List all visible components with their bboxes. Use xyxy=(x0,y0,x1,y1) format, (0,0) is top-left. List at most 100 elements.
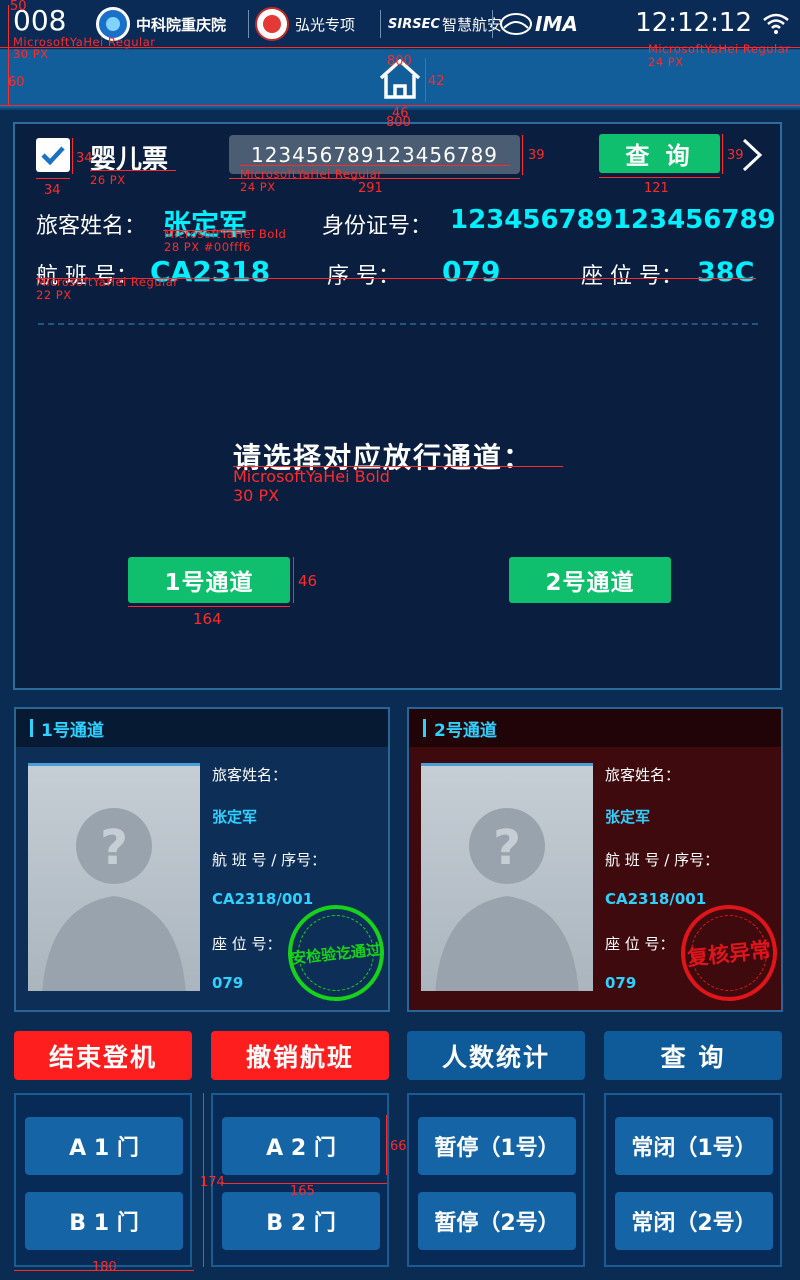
ima-logo-text: IMA xyxy=(535,12,578,36)
stamp-abnormal: 复核异常 xyxy=(676,900,782,1006)
annotation: 34 xyxy=(44,183,61,198)
divider xyxy=(492,10,493,38)
gate-panel-4: 常闭（1号） 常闭（2号） xyxy=(604,1093,782,1267)
stamp-passed: 安检验讫通过 xyxy=(283,900,389,1006)
svg-text:?: ? xyxy=(100,820,128,876)
annotation: 28 PX #00fff6 xyxy=(164,240,251,254)
ima-logo-icon xyxy=(500,13,532,35)
hongguang-logo-icon xyxy=(255,7,289,41)
id-number-label: 身份证号： xyxy=(322,214,433,239)
card-flight-value: CA2318/001 xyxy=(212,890,314,908)
card-seat-value: 079 xyxy=(212,974,244,992)
annotation: 22 PX xyxy=(36,288,72,302)
channel-2-card-header: 2号通道 xyxy=(409,709,781,747)
annotation: 46 xyxy=(298,572,318,590)
gate-b2-button[interactable]: B 2 门 xyxy=(222,1192,380,1250)
annotation: MicrosoftYaHei Bold xyxy=(164,227,287,241)
card-name-value: 张定军 xyxy=(212,808,258,826)
annotation: 34 xyxy=(76,151,93,166)
cancel-flight-button[interactable]: 撤销航班 xyxy=(211,1031,389,1080)
passenger-photo: ? xyxy=(28,763,200,991)
annotation: 60 xyxy=(8,75,25,90)
annotation-line xyxy=(522,135,523,175)
gate-a2-button[interactable]: A 2 门 xyxy=(222,1117,380,1175)
avatar-placeholder-icon: ? xyxy=(42,808,186,991)
gate-panel-3: 暂停（1号） 暂停（2号） xyxy=(407,1093,585,1267)
cas-logo-text: 中科院重庆院 xyxy=(136,15,227,34)
annotation-line xyxy=(425,58,426,102)
annotation: 66 xyxy=(390,1139,407,1154)
logo-ima: IMA xyxy=(500,8,578,40)
annotation-line xyxy=(8,5,9,105)
annotation: 39 xyxy=(528,148,545,163)
channel-2-card: 2号通道 ? 旅客姓名： 张定军 航 班 号 / 序号： CA2318/001 … xyxy=(407,707,783,1012)
annotation: 30 PX xyxy=(233,486,280,505)
header-accent xyxy=(423,719,426,737)
gate-b1-button[interactable]: B 1 门 xyxy=(25,1192,183,1250)
annotation: 121 xyxy=(644,181,669,196)
hongguang-logo-text: 弘光专项 xyxy=(295,15,356,34)
seat-number-label: 座 位 号： xyxy=(581,264,683,289)
id-number-value: 123456789123456789 xyxy=(450,205,776,235)
seat-number-value: 38C xyxy=(697,257,755,288)
channel-2-button[interactable]: 2号通道 xyxy=(509,557,671,603)
card-flight-label: 航 班 号 / 序号： xyxy=(212,851,327,869)
annotation: 26 PX xyxy=(90,173,126,187)
annotation-line xyxy=(128,606,290,607)
annotation: 30 PX xyxy=(13,47,49,61)
header-accent xyxy=(30,719,33,737)
card-seat-label: 座 位 号： xyxy=(605,935,675,953)
sirsec-logo-text: 智慧航安 xyxy=(442,15,503,34)
pause-2-button[interactable]: 暂停（2号） xyxy=(418,1192,576,1250)
channel-1-button[interactable]: 1号通道 xyxy=(128,557,290,603)
card-seat-value: 079 xyxy=(605,974,637,992)
gate-a1-button[interactable]: A 1 门 xyxy=(25,1117,183,1175)
gate-panel-2: A 2 门 B 2 门 xyxy=(211,1093,389,1267)
wifi-icon xyxy=(763,13,789,34)
card-name-label: 旅客姓名： xyxy=(605,766,681,784)
divider xyxy=(380,10,381,38)
divider xyxy=(248,10,249,38)
gate-panel-1: A 1 门 B 1 门 xyxy=(14,1093,192,1267)
card-name-value: 张定军 xyxy=(605,808,651,826)
card-flight-value: CA2318/001 xyxy=(605,890,707,908)
svg-text:?: ? xyxy=(493,820,521,876)
annotation: 42 xyxy=(428,74,445,89)
channel-1-card-title: 1号通道 xyxy=(41,720,104,741)
channel-1-card: 1号通道 ? 旅客姓名： 张定军 航 班 号 / 序号： CA2318/001 … xyxy=(14,707,390,1012)
annotation: 24 PX xyxy=(240,180,276,194)
avatar-placeholder-icon: ? xyxy=(435,808,579,991)
annotation-line xyxy=(90,170,176,171)
annotation: 800 xyxy=(387,54,412,69)
clock: 12:12:12 xyxy=(635,8,752,38)
annotation-line xyxy=(599,177,720,178)
annotation-line xyxy=(386,1115,387,1175)
card-flight-label: 航 班 号 / 序号： xyxy=(605,851,720,869)
pause-1-button[interactable]: 暂停（1号） xyxy=(418,1117,576,1175)
close-1-button[interactable]: 常闭（1号） xyxy=(615,1117,773,1175)
close-2-button[interactable]: 常闭（2号） xyxy=(615,1192,773,1250)
logo-hongguang: 弘光专项 xyxy=(255,7,356,41)
checkmark-icon xyxy=(41,146,65,166)
infant-ticket-checkbox[interactable] xyxy=(36,138,70,172)
annotation: 180 xyxy=(92,1260,117,1275)
annotation-line xyxy=(229,178,520,179)
annotation: 39 xyxy=(727,148,744,163)
statistics-button[interactable]: 人数统计 xyxy=(407,1031,585,1080)
annotation-line xyxy=(722,134,723,174)
annotation-line xyxy=(240,165,510,166)
divider-dashed xyxy=(38,323,758,325)
annotation-line xyxy=(36,178,70,179)
annotation: MicrosoftYaHei Regular xyxy=(648,42,791,56)
annotation: 50 xyxy=(10,0,27,14)
annotation-line xyxy=(72,138,73,174)
annotation: 24 PX xyxy=(648,55,684,69)
annotation: 291 xyxy=(358,181,383,196)
card-seat-label: 座 位 号： xyxy=(212,935,282,953)
query-bottom-button[interactable]: 查 询 xyxy=(604,1031,782,1080)
query-button[interactable]: 查 询 xyxy=(599,134,720,173)
card-name-label: 旅客姓名： xyxy=(212,766,288,784)
annotation: MicrosoftYaHei Bold xyxy=(233,467,390,486)
sequence-value: 079 xyxy=(442,255,501,288)
end-boarding-button[interactable]: 结束登机 xyxy=(14,1031,192,1080)
